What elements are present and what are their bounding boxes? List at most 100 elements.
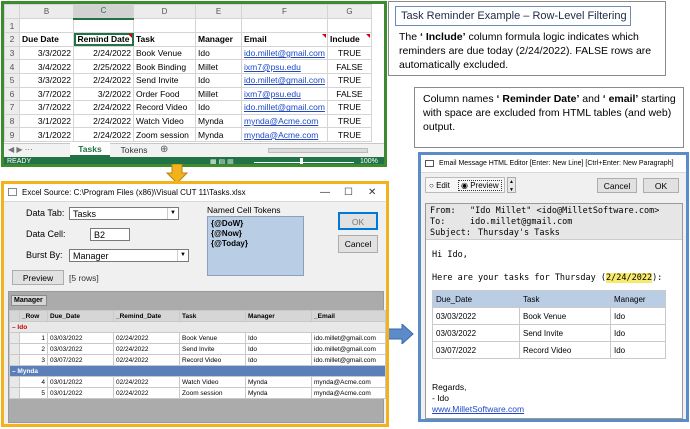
grid-cell[interactable]: Record Video (179, 354, 246, 366)
grid-cell[interactable]: Watch Video (179, 376, 246, 388)
row-number[interactable]: 3 (4, 45, 20, 61)
cell[interactable]: Order Food (133, 86, 196, 102)
grid-cell[interactable]: 03/03/2022 (47, 343, 114, 355)
sheet-tab-tasks[interactable]: Tasks (70, 143, 110, 157)
grid-cell[interactable]: 1 (19, 332, 48, 344)
cell[interactable]: 2/25/2022 (73, 59, 134, 74)
cell[interactable]: FALSE (327, 86, 372, 102)
grid-row[interactable]: 2 03/03/2022 02/24/2022 Send Invite Ido ido.m… (9, 343, 386, 355)
minimize-icon[interactable]: — (320, 184, 330, 201)
preview-radio[interactable]: ◉ Preview (458, 180, 502, 191)
grid-cell[interactable]: mynda@Acme.com (311, 387, 386, 399)
named-tokens-list[interactable]: {@DoW} {@Now} {@Today} (207, 216, 304, 276)
col-header-c[interactable]: C (73, 4, 134, 20)
chevron-down-icon[interactable]: ▼ (177, 250, 188, 261)
grid-cell[interactable]: 02/24/2022 (113, 354, 180, 366)
col-header-b[interactable]: B (19, 4, 74, 20)
cell[interactable]: ixm7@psu.edu (241, 59, 328, 74)
token-item[interactable]: {@Today} (211, 239, 248, 248)
cell[interactable]: 3/7/2022 (19, 86, 74, 102)
row-number[interactable]: 9 (4, 127, 20, 142)
cell[interactable]: ixm7@psu.edu (241, 86, 328, 102)
grid-cell[interactable]: 3 (19, 354, 48, 366)
close-icon[interactable]: ✕ (368, 184, 376, 201)
edit-radio[interactable]: ○ Edit (429, 181, 450, 190)
grid-header[interactable]: _Remind_Date (113, 310, 180, 322)
ok-button[interactable]: OK (338, 212, 378, 230)
grid-cell[interactable]: Mynda (245, 376, 312, 388)
cancel-button[interactable]: Cancel (597, 178, 637, 193)
grid-cell[interactable]: 02/24/2022 (113, 332, 180, 344)
cell[interactable]: TRUE (327, 127, 372, 142)
cell[interactable]: mynda@Acme.com (241, 113, 328, 129)
grid-cell[interactable]: Ido (245, 354, 312, 366)
col-header-f[interactable]: F (241, 4, 328, 20)
sheet-nav-arrows[interactable]: ◀ ▶ ⋯ (8, 145, 33, 154)
view-normal-icon[interactable]: ▦ ▤ ▥ (210, 158, 234, 164)
row-number[interactable]: 7 (4, 100, 20, 115)
row-number[interactable]: 5 (4, 72, 20, 88)
cell[interactable]: Book Binding (133, 59, 196, 74)
cell[interactable]: TRUE (327, 113, 372, 129)
row-number[interactable]: 2 (4, 32, 20, 47)
website-link[interactable]: www.MilletSoftware.com (432, 404, 524, 414)
sheet-tab-tokens[interactable]: Tokens (114, 144, 154, 157)
cell[interactable]: 3/7/2022 (19, 100, 74, 115)
row-number[interactable]: 6 (4, 86, 20, 102)
group-label[interactable]: – Mynda (9, 365, 386, 377)
ok-button[interactable]: OK (643, 178, 679, 193)
cell[interactable]: ido.millet@gmail.com (241, 100, 328, 115)
grid-row[interactable]: 4 03/01/2022 02/24/2022 Watch Video Mynda myn… (9, 376, 386, 388)
burst-by-select[interactable]: Manager ▼ (69, 249, 189, 262)
grid-header[interactable]: Manager (245, 310, 312, 322)
cell[interactable]: 2/24/2022 (73, 72, 134, 88)
grid-cell[interactable]: Book Venue (179, 332, 246, 344)
cell[interactable]: 3/2/2022 (73, 86, 134, 102)
row-number[interactable]: 1 (4, 18, 20, 34)
col-header-e[interactable]: E (195, 4, 242, 20)
cell[interactable]: ido.millet@gmail.com (241, 72, 328, 88)
cell[interactable]: 3/1/2022 (19, 127, 74, 142)
cell[interactable]: Millet (195, 86, 242, 102)
grid-cell[interactable]: Ido (245, 343, 312, 355)
cell[interactable]: Book Venue (133, 45, 196, 61)
grid-cell[interactable]: 5 (19, 387, 48, 399)
grid-cell[interactable]: 03/01/2022 (47, 376, 114, 388)
grid-cell[interactable]: 03/07/2022 (47, 354, 114, 366)
cell[interactable]: Ido (195, 100, 242, 115)
grid-cell[interactable]: mynda@Acme.com (311, 376, 386, 388)
grid-cell[interactable]: Send Invite (179, 343, 246, 355)
cell[interactable]: TRUE (327, 100, 372, 115)
cell[interactable]: Record Video (133, 100, 196, 115)
grid-row[interactable]: 5 03/01/2022 02/24/2022 Zoom session Mynda my… (9, 387, 386, 399)
spin-button[interactable]: ▲ ▼ (507, 177, 516, 193)
grid-header[interactable]: _Row (19, 310, 48, 322)
col-header-d[interactable]: D (133, 4, 196, 20)
zoom-slider[interactable] (254, 162, 354, 163)
cell[interactable]: Zoom session (133, 127, 196, 142)
cell[interactable]: 3/4/2022 (19, 59, 74, 74)
group-label[interactable]: – Ido (9, 321, 386, 333)
cell[interactable]: 2/24/2022 (73, 113, 134, 129)
group-by-chip[interactable]: Manager (11, 295, 47, 306)
cell[interactable]: TRUE (327, 45, 372, 61)
grid-cell[interactable]: ido.millet@gmail.com (311, 343, 386, 355)
header-cell[interactable]: Task (133, 32, 196, 47)
grid-header[interactable]: Task (179, 310, 246, 322)
zoom-slider-thumb[interactable] (300, 158, 303, 164)
cell[interactable]: 3/3/2022 (19, 72, 74, 88)
grid-header[interactable]: Due_Date (47, 310, 114, 322)
grid-cell[interactable]: ido.millet@gmail.com (311, 332, 386, 344)
cell[interactable]: 3/3/2022 (19, 45, 74, 61)
cell[interactable]: Watch Video (133, 113, 196, 129)
cell[interactable]: Ido (195, 45, 242, 61)
add-sheet-icon[interactable]: ⊕ (160, 144, 168, 155)
cell[interactable]: mynda@Acme.com (241, 127, 328, 142)
grid-cell[interactable]: Zoom session (179, 387, 246, 399)
cell[interactable]: TRUE (327, 72, 372, 88)
header-cell-email[interactable]: Email (241, 32, 328, 47)
grid-cell[interactable]: 02/24/2022 (113, 387, 180, 399)
header-cell-include[interactable]: Include (327, 32, 372, 47)
header-cell[interactable]: Manager (195, 32, 242, 47)
cell[interactable]: FALSE (327, 59, 372, 74)
